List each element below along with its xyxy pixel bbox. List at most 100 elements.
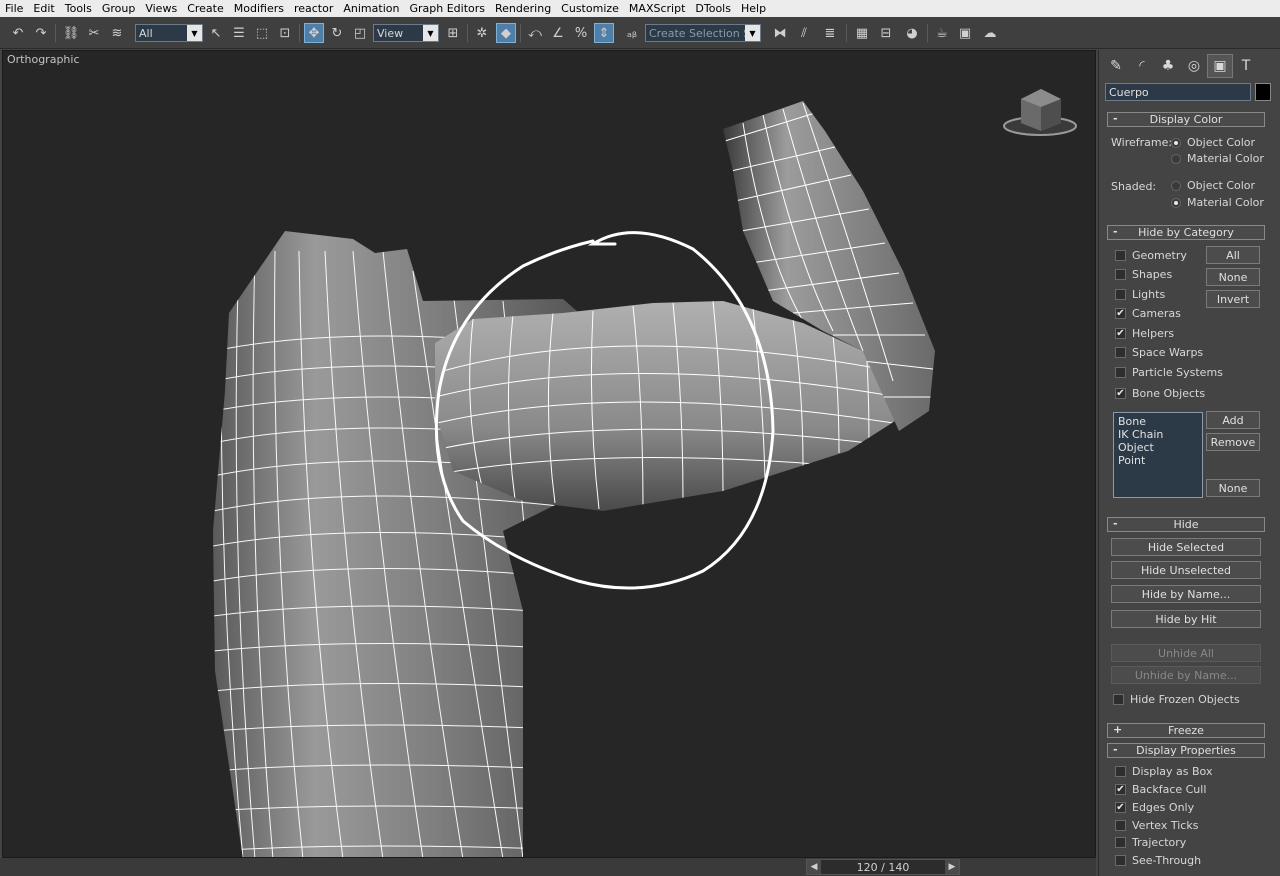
trajectory-checkbox[interactable]	[1115, 837, 1126, 848]
menu-dtools[interactable]: DTools	[690, 2, 736, 15]
layer-manager-icon[interactable]: ≣	[820, 23, 840, 43]
keyboard-shortcut-override-icon[interactable]: ◆	[496, 23, 516, 43]
percent-snap-icon[interactable]: %	[571, 23, 591, 43]
bone-objects-checkbox[interactable]: ✔	[1115, 388, 1126, 399]
render-setup-icon[interactable]: ☕	[932, 23, 952, 43]
named-selection-icon[interactable]: ₐᵦ	[622, 23, 642, 43]
shaded-material-color-radio[interactable]	[1171, 198, 1181, 208]
quick-render-icon[interactable]: ☁	[980, 23, 1000, 43]
select-by-name-icon[interactable]: ☰	[229, 23, 249, 43]
unlink-icon[interactable]: ✂	[84, 23, 104, 43]
display-as-box-checkbox[interactable]	[1115, 766, 1126, 777]
mirror-icon[interactable]: ⧓	[770, 23, 790, 43]
rollout-display-color[interactable]: - Display Color	[1107, 112, 1265, 127]
align-icon[interactable]: ⫽	[794, 23, 814, 43]
list-remove-button[interactable]: Remove	[1206, 433, 1260, 451]
lights-checkbox[interactable]	[1115, 289, 1126, 300]
hide-unselected-button[interactable]: Hide Unselected	[1111, 561, 1261, 579]
reference-coordinate-dropdown[interactable]: View ▼	[373, 24, 439, 42]
chevron-left-icon[interactable]: ◀	[807, 860, 821, 874]
menu-rendering[interactable]: Rendering	[490, 2, 556, 15]
rollout-freeze[interactable]: + Freeze	[1107, 723, 1265, 738]
window-crossing-icon[interactable]: ⊡	[275, 23, 295, 43]
menu-help[interactable]: Help	[736, 2, 771, 15]
chevron-right-icon[interactable]: ▶	[945, 860, 959, 874]
viewport-orthographic[interactable]: Orthographic	[2, 50, 1096, 858]
list-add-button[interactable]: Add	[1206, 411, 1260, 429]
select-object-icon[interactable]: ↖	[206, 23, 226, 43]
object-color-swatch[interactable]	[1255, 83, 1271, 101]
undo-icon[interactable]: ↶	[8, 23, 28, 43]
schematic-view-icon[interactable]: ⊟	[876, 23, 896, 43]
hide-frozen-objects-checkbox[interactable]	[1113, 694, 1124, 705]
edges-only-checkbox[interactable]: ✔	[1115, 802, 1126, 813]
tab-motion-icon[interactable]: ◎	[1181, 54, 1207, 78]
shapes-checkbox[interactable]	[1115, 269, 1126, 280]
backface-cull-checkbox[interactable]: ✔	[1115, 784, 1126, 795]
tab-modify-icon[interactable]: ◜	[1129, 54, 1155, 78]
select-and-scale-icon[interactable]: ◰	[350, 23, 370, 43]
cameras-checkbox[interactable]: ✔	[1115, 308, 1126, 319]
select-and-move-icon[interactable]: ✥	[304, 23, 324, 43]
menu-file[interactable]: File	[0, 2, 28, 15]
wireframe-object-color-radio[interactable]	[1171, 138, 1181, 148]
tab-display-icon[interactable]: ▣	[1207, 54, 1233, 78]
helpers-checkbox[interactable]: ✔	[1115, 328, 1126, 339]
spinner-snap-icon[interactable]: ⇕	[594, 23, 614, 43]
curve-editor-icon[interactable]: ▦	[852, 23, 872, 43]
list-none-button[interactable]: None	[1206, 479, 1260, 497]
see-through-checkbox[interactable]	[1115, 855, 1126, 866]
select-and-link-icon[interactable]: ⛓	[61, 23, 81, 43]
shaded-object-color-radio[interactable]	[1171, 181, 1181, 191]
selection-filter-dropdown[interactable]: All ▼	[135, 24, 203, 42]
tab-utilities-icon[interactable]: T	[1233, 54, 1259, 78]
angle-snap-icon[interactable]: ∠	[548, 23, 568, 43]
menu-graph-editors[interactable]: Graph Editors	[404, 2, 490, 15]
space-warps-checkbox[interactable]	[1115, 347, 1126, 358]
menu-create[interactable]: Create	[182, 2, 229, 15]
category-invert-button[interactable]: Invert	[1206, 290, 1260, 308]
category-list[interactable]: Bone IK Chain Object Point	[1113, 412, 1203, 498]
menu-maxscript[interactable]: MAXScript	[624, 2, 690, 15]
hide-by-hit-button[interactable]: Hide by Hit	[1111, 610, 1261, 628]
select-and-rotate-icon[interactable]: ↻	[327, 23, 347, 43]
menu-animation[interactable]: Animation	[338, 2, 404, 15]
particle-systems-checkbox[interactable]	[1115, 367, 1126, 378]
menu-views[interactable]: Views	[140, 2, 182, 15]
menu-modifiers[interactable]: Modifiers	[229, 2, 289, 15]
time-slider[interactable]: ◀ 120 / 140 ▶	[806, 859, 960, 875]
rollout-hide-by-category[interactable]: - Hide by Category	[1107, 225, 1265, 240]
menu-reactor[interactable]: reactor	[289, 2, 338, 15]
object-name-field[interactable]: Cuerpo	[1105, 83, 1251, 101]
snap-toggle-icon[interactable]: ⤺	[525, 23, 545, 43]
wireframe-material-color-radio[interactable]	[1171, 154, 1181, 164]
rollout-display-properties[interactable]: - Display Properties	[1107, 743, 1265, 758]
menu-customize[interactable]: Customize	[556, 2, 624, 15]
hide-by-name-button[interactable]: Hide by Name...	[1111, 585, 1261, 603]
rendered-frame-window-icon[interactable]: ▣	[955, 23, 975, 43]
list-item[interactable]: Bone	[1118, 415, 1198, 428]
manipulate-icon[interactable]: ✲	[472, 23, 492, 43]
viewcube-icon[interactable]	[1003, 89, 1077, 136]
geometry-checkbox[interactable]	[1115, 250, 1126, 261]
material-editor-icon[interactable]: ◕	[902, 23, 922, 43]
list-item[interactable]: Point	[1118, 454, 1198, 467]
menu-group[interactable]: Group	[97, 2, 141, 15]
category-all-button[interactable]: All	[1206, 246, 1260, 264]
bind-space-warp-icon[interactable]: ≋	[107, 23, 127, 43]
vertex-ticks-checkbox[interactable]	[1115, 820, 1126, 831]
tab-create-icon[interactable]: ✎	[1103, 54, 1129, 78]
list-item[interactable]: IK Chain Object	[1118, 428, 1198, 454]
unhide-by-name-button[interactable]: Unhide by Name...	[1111, 666, 1261, 684]
pivot-center-icon[interactable]: ⊞	[443, 23, 463, 43]
redo-icon[interactable]: ↷	[31, 23, 51, 43]
menu-tools[interactable]: Tools	[60, 2, 97, 15]
menu-edit[interactable]: Edit	[28, 2, 59, 15]
rollout-hide[interactable]: - Hide	[1107, 517, 1265, 532]
category-none-button[interactable]: None	[1206, 268, 1260, 286]
rectangular-selection-icon[interactable]: ⬚	[252, 23, 272, 43]
unhide-all-button[interactable]: Unhide All	[1111, 644, 1261, 662]
hide-selected-button[interactable]: Hide Selected	[1111, 538, 1261, 556]
tab-hierarchy-icon[interactable]: ♣	[1155, 54, 1181, 78]
named-selection-set-dropdown[interactable]: Create Selection Se ▼	[645, 24, 761, 42]
